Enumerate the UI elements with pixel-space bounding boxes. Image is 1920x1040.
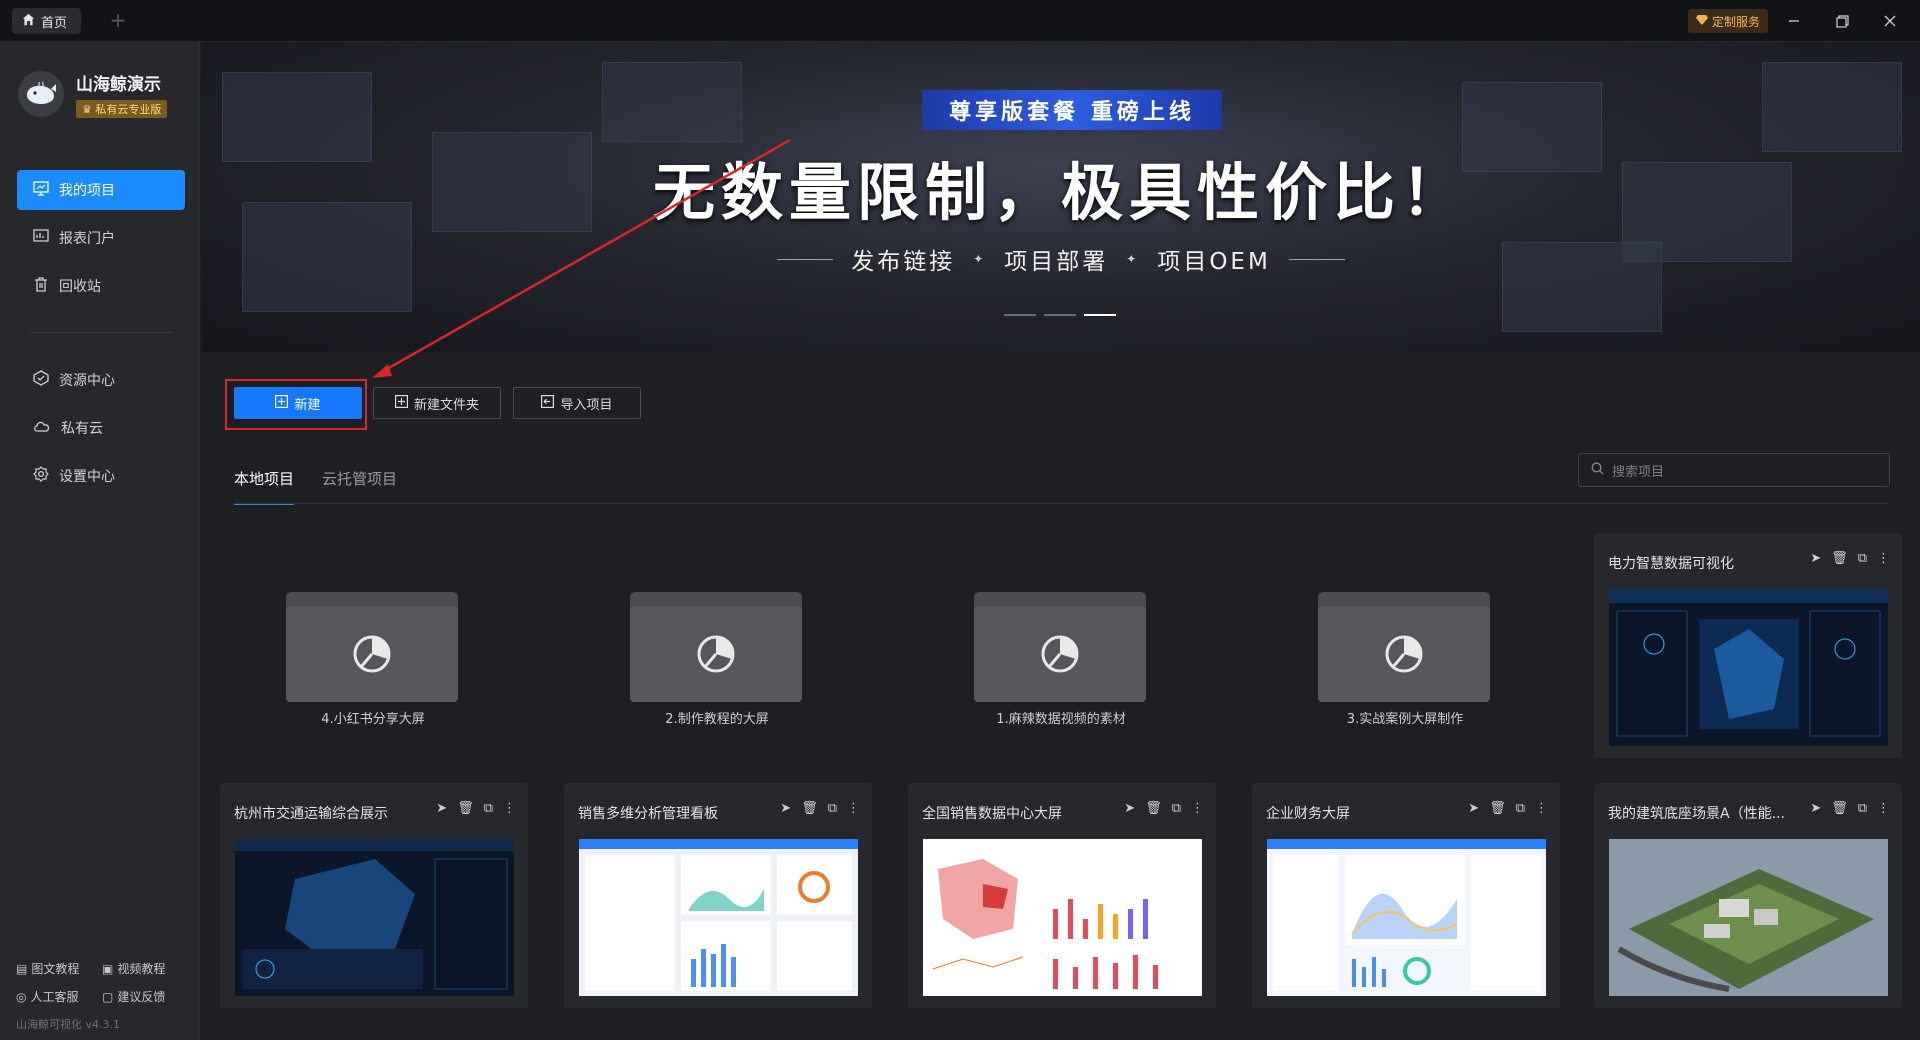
search-input[interactable]: 搜索项目 <box>1578 453 1890 487</box>
plus-box-icon <box>275 394 289 412</box>
folder-icon <box>974 606 1146 702</box>
more-icon[interactable]: ⋮ <box>1535 801 1548 816</box>
folder-icon <box>630 606 802 702</box>
copy-icon[interactable]: ⧉ <box>1516 801 1525 816</box>
folder-icon <box>286 606 458 702</box>
folder-label: 2.制作教程的大屏 <box>665 712 769 727</box>
more-icon[interactable]: ⋮ <box>1191 801 1204 816</box>
trash-icon[interactable]: 🗑 <box>1145 801 1162 816</box>
import-project-button[interactable]: 导入项目 <box>513 387 641 419</box>
new-project-button[interactable]: 新建 <box>234 387 362 419</box>
project-card[interactable]: 全国销售数据中心大屏 ➤ 🗑 ⧉ ⋮ <box>908 783 1216 1008</box>
project-card[interactable]: 销售多维分析管理看板 ➤ 🗑 ⧉ ⋮ <box>564 783 872 1008</box>
copy-icon[interactable]: ⧉ <box>1858 801 1867 816</box>
folder-icon <box>1318 606 1490 702</box>
project-thumbnail <box>1609 589 1888 746</box>
send-icon[interactable]: ➤ <box>780 801 791 816</box>
trash-icon[interactable]: 🗑 <box>457 801 474 816</box>
send-icon[interactable]: ➤ <box>1124 801 1135 816</box>
card-actions: ➤ 🗑 ⧉ ⋮ <box>1124 801 1204 816</box>
folder-label: 3.实战案例大屏制作 <box>1346 712 1464 727</box>
project-title: 销售多维分析管理看板 <box>578 806 718 822</box>
trash-icon[interactable]: 🗑 <box>801 801 818 816</box>
card-actions: ➤ 🗑 ⧉ ⋮ <box>1810 801 1890 816</box>
folder-item[interactable] <box>974 592 1146 702</box>
folder-label: 1.麻辣数据视频的素材 <box>996 712 1126 727</box>
project-thumbnail <box>235 839 514 996</box>
project-card[interactable]: 企业财务大屏 ➤ 🗑 ⧉ ⋮ <box>1252 783 1560 1008</box>
more-icon[interactable]: ⋮ <box>847 801 860 816</box>
card-actions: ➤ 🗑 ⧉ ⋮ <box>436 801 516 816</box>
send-icon[interactable]: ➤ <box>1810 801 1821 816</box>
card-actions: ➤ 🗑 ⧉ ⋮ <box>1468 801 1548 816</box>
tab-local-projects[interactable]: 本地项目 <box>234 468 295 505</box>
more-icon[interactable]: ⋮ <box>503 801 516 816</box>
folder-item[interactable] <box>1318 592 1490 702</box>
folder-plus-icon <box>394 394 408 412</box>
send-icon[interactable]: ➤ <box>1468 801 1479 816</box>
project-tabs: 本地项目 云托管项目 <box>234 468 397 505</box>
project-title: 杭州市交通运输综合展示 <box>234 806 388 822</box>
trash-icon[interactable]: 🗑 <box>1831 801 1848 816</box>
folder-item[interactable] <box>286 592 458 702</box>
project-title: 企业财务大屏 <box>1266 806 1350 822</box>
copy-icon[interactable]: ⧉ <box>1858 551 1867 566</box>
project-thumbnail <box>1267 839 1546 996</box>
tab-cloud-projects[interactable]: 云托管项目 <box>322 468 397 505</box>
trash-icon[interactable]: 🗑 <box>1831 551 1848 566</box>
project-card[interactable]: 电力智慧数据可视化 ➤ 🗑 ⧉ ⋮ <box>1594 533 1902 758</box>
copy-icon[interactable]: ⧉ <box>828 801 837 816</box>
trash-icon[interactable]: 🗑 <box>1489 801 1506 816</box>
tabs-divider <box>234 503 1888 504</box>
project-title: 全国销售数据中心大屏 <box>922 806 1062 822</box>
project-card[interactable]: 杭州市交通运输综合展示 ➤ 🗑 ⧉ ⋮ <box>220 783 528 1008</box>
card-actions: ➤ 🗑 ⧉ ⋮ <box>1810 551 1890 566</box>
project-title: 电力智慧数据可视化 <box>1608 556 1734 572</box>
new-folder-button[interactable]: 新建文件夹 <box>373 387 501 419</box>
new-project-label: 新建 <box>294 397 321 413</box>
project-thumbnail <box>923 839 1202 996</box>
send-icon[interactable]: ➤ <box>436 801 447 816</box>
new-folder-label: 新建文件夹 <box>413 397 479 413</box>
project-card[interactable]: 我的建筑底座场景A（性能... ➤ 🗑 ⧉ ⋮ <box>1594 783 1902 1008</box>
import-icon <box>541 394 555 412</box>
project-thumbnail <box>1609 839 1888 996</box>
copy-icon[interactable]: ⧉ <box>484 801 493 816</box>
card-actions: ➤ 🗑 ⧉ ⋮ <box>780 801 860 816</box>
send-icon[interactable]: ➤ <box>1810 551 1821 566</box>
folder-item[interactable] <box>630 592 802 702</box>
folder-label: 4.小红书分享大屏 <box>321 712 425 727</box>
search-icon <box>1591 462 1604 479</box>
search-placeholder: 搜索项目 <box>1612 464 1665 480</box>
copy-icon[interactable]: ⧉ <box>1172 801 1181 816</box>
more-icon[interactable]: ⋮ <box>1877 551 1890 566</box>
project-title: 我的建筑底座场景A（性能... <box>1608 806 1785 822</box>
more-icon[interactable]: ⋮ <box>1877 801 1890 816</box>
import-project-label: 导入项目 <box>560 397 613 413</box>
project-thumbnail <box>579 839 858 996</box>
